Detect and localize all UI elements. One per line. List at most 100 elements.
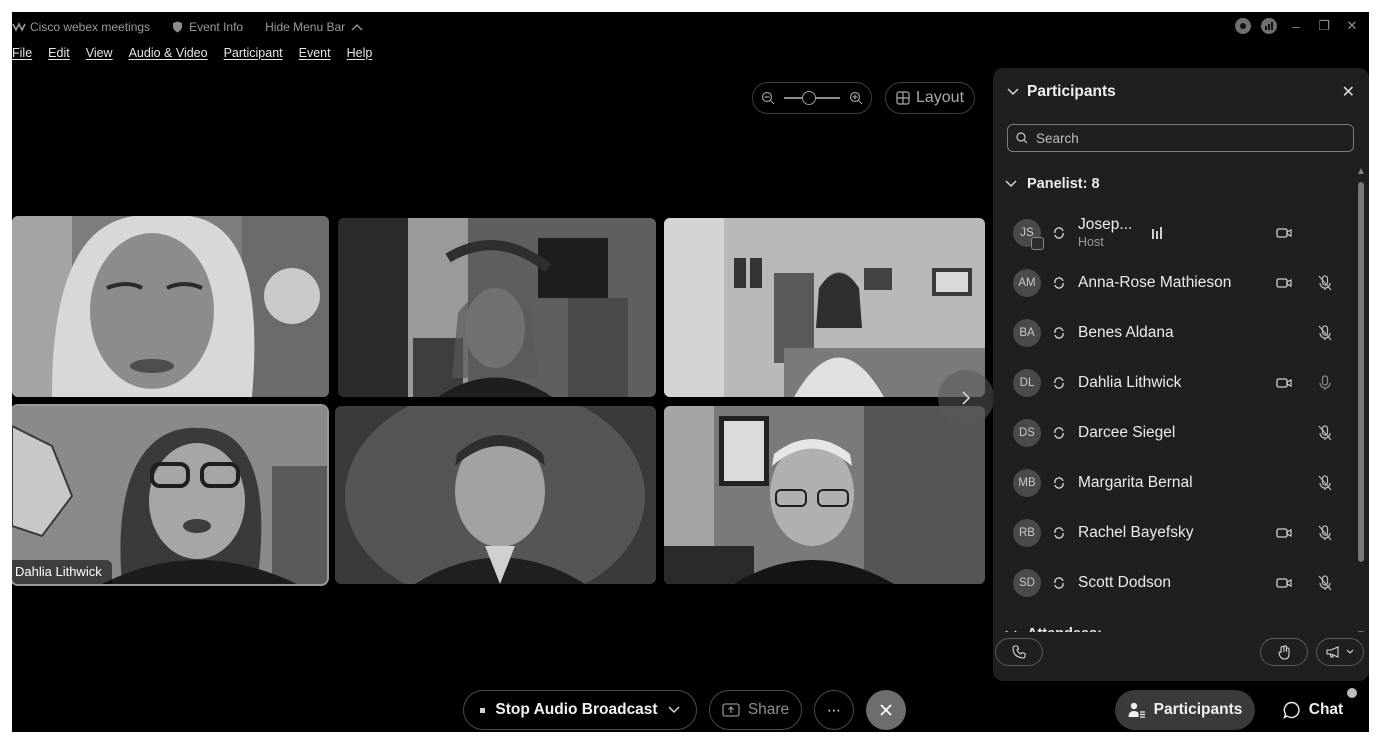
camera-icon xyxy=(1276,528,1292,538)
participant-search-input[interactable]: Search xyxy=(1007,124,1354,152)
chevron-down-icon xyxy=(1346,649,1354,654)
chat-button[interactable]: Chat xyxy=(1268,690,1358,730)
video-feed-5 xyxy=(335,406,656,584)
chevron-right-icon xyxy=(962,391,971,405)
event-info-button[interactable]: Event Info xyxy=(172,20,243,34)
mic-muted-icon[interactable] xyxy=(1318,325,1332,341)
share-button[interactable]: Share xyxy=(709,690,802,730)
mic-muted-icon[interactable] xyxy=(1318,575,1332,591)
mic-muted-icon[interactable] xyxy=(1318,275,1332,291)
participants-button-label: Participants xyxy=(1153,701,1243,718)
video-feed-6 xyxy=(664,406,985,584)
call-in-button[interactable] xyxy=(995,638,1043,666)
participant-row[interactable]: SD Scott Dodson xyxy=(993,558,1353,608)
shield-icon xyxy=(173,21,183,33)
megaphone-icon xyxy=(1326,646,1339,658)
network-health-icon[interactable] xyxy=(1261,18,1277,34)
mic-muted-icon[interactable] xyxy=(1318,425,1332,441)
audio-sync-icon xyxy=(1054,227,1064,239)
announce-button[interactable] xyxy=(1316,638,1364,666)
mic-icon[interactable] xyxy=(1318,375,1332,391)
close-icon xyxy=(880,704,892,716)
more-options-button[interactable]: ⋯ xyxy=(814,690,854,730)
menu-edit[interactable]: Edit xyxy=(48,46,70,66)
layout-label: Layout xyxy=(915,89,965,106)
avatar: AM xyxy=(1013,269,1041,297)
zoom-slider-handle[interactable] xyxy=(802,91,816,105)
title-bar: Cisco webex meetings Event Info Hide Men… xyxy=(12,12,1369,42)
chat-button-label: Chat xyxy=(1308,701,1344,718)
active-speaker-name-label: Dahlia Lithwick xyxy=(12,560,112,584)
record-indicator-icon[interactable] xyxy=(1235,18,1251,34)
mic-muted-icon[interactable] xyxy=(1318,475,1332,491)
video-tile-1[interactable] xyxy=(12,216,329,397)
menu-view[interactable]: View xyxy=(86,46,113,66)
menu-help[interactable]: Help xyxy=(347,46,373,66)
hide-menu-bar-button[interactable]: Hide Menu Bar xyxy=(265,20,363,34)
share-label: Share xyxy=(747,701,790,718)
close-panel-icon[interactable]: ✕ xyxy=(1342,82,1355,102)
participant-row[interactable]: JS Josep... Host xyxy=(993,208,1353,258)
broadcast-indicator-icon xyxy=(480,707,486,713)
more-icon: ⋯ xyxy=(827,701,841,718)
video-tile-active-speaker[interactable]: Dahlia Lithwick xyxy=(12,404,329,586)
participant-row[interactable]: MB Margarita Bernal xyxy=(993,458,1353,508)
participant-row[interactable]: BA Benes Aldana xyxy=(993,308,1353,358)
host-badge-icon xyxy=(1031,237,1044,250)
video-tile-2[interactable] xyxy=(338,218,656,397)
chevron-down-icon[interactable] xyxy=(668,706,680,714)
video-tile-5[interactable] xyxy=(335,406,656,584)
minimize-icon[interactable]: – xyxy=(1287,19,1305,34)
leave-meeting-button[interactable] xyxy=(866,690,906,730)
participants-panel-title: Participants xyxy=(1027,83,1116,100)
stop-audio-broadcast-label: Stop Audio Broadcast xyxy=(495,701,658,718)
raise-hand-button[interactable] xyxy=(1260,638,1308,666)
layout-button[interactable]: Layout xyxy=(885,82,975,114)
participant-list: JS Josep... Host AM Anna-Rose Mathieson … xyxy=(993,208,1353,608)
participant-row[interactable]: AM Anna-Rose Mathieson xyxy=(993,258,1353,308)
participant-list-scrollbar[interactable]: ▲ ▼ xyxy=(1356,166,1366,640)
participant-name: Rachel Bayefsky xyxy=(1078,524,1194,541)
participant-role: Host xyxy=(1078,235,1104,249)
zoom-slider[interactable] xyxy=(784,91,840,105)
participant-name: Anna-Rose Mathieson xyxy=(1078,274,1232,291)
panel-footer xyxy=(993,632,1369,681)
scroll-up-icon[interactable]: ▲ xyxy=(1356,166,1366,177)
menu-audio-video[interactable]: Audio & Video xyxy=(129,46,208,66)
video-tile-3[interactable] xyxy=(664,218,985,397)
grid-layout-icon xyxy=(896,91,910,105)
participant-name: Darcee Siegel xyxy=(1078,424,1176,441)
camera-icon xyxy=(1276,228,1292,238)
collapse-chevron-icon[interactable] xyxy=(1007,88,1019,96)
avatar: MB xyxy=(1013,469,1041,497)
close-window-icon[interactable]: ✕ xyxy=(1343,18,1361,34)
menu-participant[interactable]: Participant xyxy=(224,46,283,66)
audio-sync-icon xyxy=(1054,577,1064,589)
search-placeholder: Search xyxy=(1036,130,1079,146)
participant-name: Dahlia Lithwick xyxy=(1078,374,1182,391)
search-icon xyxy=(1016,132,1028,144)
chevron-up-icon xyxy=(351,24,363,31)
participant-row[interactable]: RB Rachel Bayefsky xyxy=(993,508,1353,558)
webex-window: Cisco webex meetings Event Info Hide Men… xyxy=(12,12,1369,732)
video-feed-4 xyxy=(12,406,327,584)
participant-name: Scott Dodson xyxy=(1078,574,1172,591)
participant-name: Margarita Bernal xyxy=(1078,474,1193,491)
menu-file[interactable]: File xyxy=(12,46,32,66)
participants-button[interactable]: Participants xyxy=(1115,690,1255,730)
zoom-in-icon[interactable] xyxy=(849,91,863,105)
mic-muted-icon[interactable] xyxy=(1318,525,1332,541)
webex-logo-icon xyxy=(12,22,26,32)
avatar: BA xyxy=(1013,319,1041,347)
restore-icon[interactable]: ❐ xyxy=(1315,18,1333,34)
panelist-section-header[interactable]: Panelist: 8 xyxy=(1005,176,1100,192)
stop-audio-broadcast-button[interactable]: Stop Audio Broadcast xyxy=(463,690,697,730)
next-page-button[interactable] xyxy=(938,370,994,426)
video-tile-6[interactable] xyxy=(664,406,985,584)
participant-row[interactable]: DL Dahlia Lithwick xyxy=(993,358,1353,408)
zoom-out-icon[interactable] xyxy=(761,91,775,105)
scrollbar-thumb[interactable] xyxy=(1358,182,1364,562)
unread-badge xyxy=(1347,688,1357,698)
menu-event[interactable]: Event xyxy=(299,46,331,66)
participant-row[interactable]: DS Darcee Siegel xyxy=(993,408,1353,458)
